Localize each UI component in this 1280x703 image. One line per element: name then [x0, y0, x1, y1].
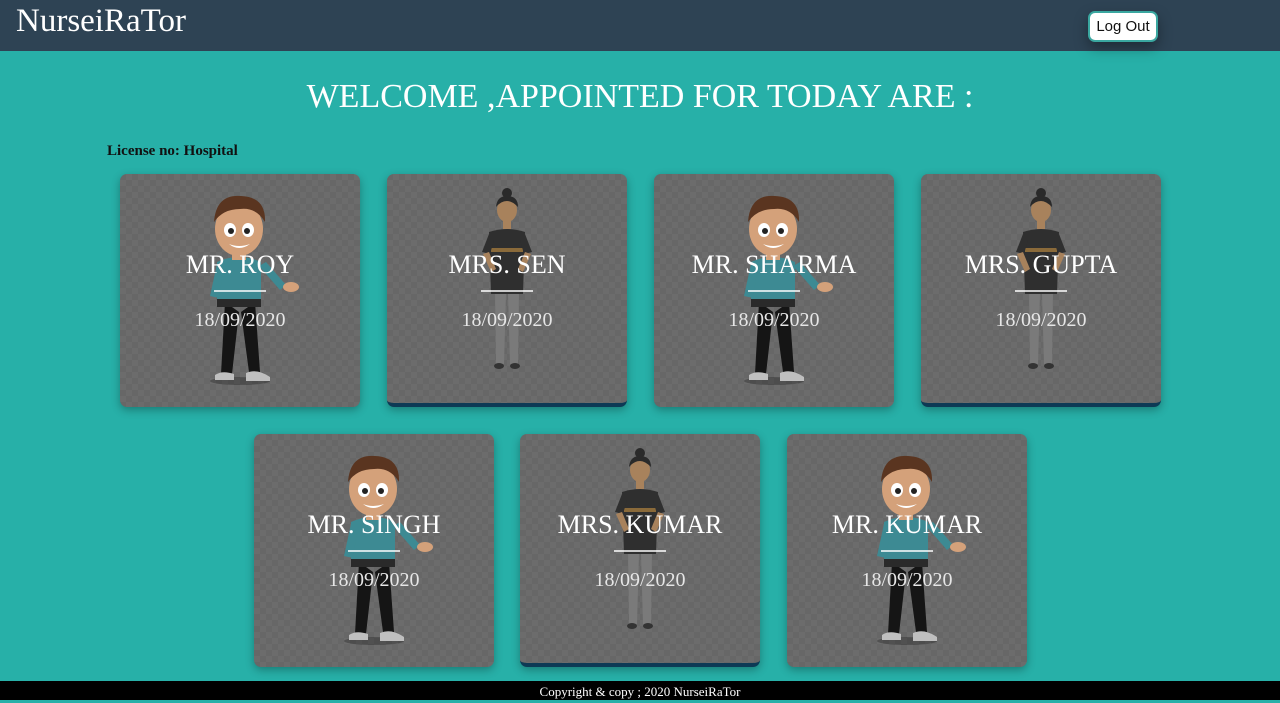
logout-button[interactable]: Log Out [1088, 11, 1158, 42]
card-divider [881, 550, 933, 552]
appointment-date: 18/09/2020 [194, 309, 286, 331]
appointment-date: 18/09/2020 [328, 569, 420, 591]
patient-name: MR. ROY [185, 250, 295, 279]
card-divider [614, 550, 666, 552]
patient-name: MR. SINGH [307, 510, 441, 539]
footer: Copyright & copy ; 2020 NurseiRaTor [0, 681, 1280, 700]
patient-name: MR. SHARMA [691, 250, 857, 279]
copyright-text: Copyright & copy ; 2020 NurseiRaTor [539, 684, 741, 699]
card-divider [1015, 290, 1067, 292]
patient-name: MRS. SEN [448, 250, 566, 279]
appointment-date: 18/09/2020 [728, 309, 820, 331]
appointment-card[interactable]: MR. SINGH 18/09/2020 [254, 434, 494, 667]
patient-name: MR. KUMAR [831, 510, 983, 539]
top-navbar: NurseiRaTor Log Out [0, 0, 1280, 51]
appointment-card[interactable]: MRS. SEN 18/09/2020 [387, 174, 627, 407]
appointment-date: 18/09/2020 [594, 569, 686, 591]
appointment-date: 18/09/2020 [995, 309, 1087, 331]
brand-title: NurseiRaTor [16, 3, 186, 39]
appointment-date: 18/09/2020 [461, 309, 553, 331]
welcome-heading: WELCOME ,APPOINTED FOR TODAY ARE : [306, 78, 974, 115]
appointment-date: 18/09/2020 [861, 569, 953, 591]
card-divider [214, 290, 266, 292]
card-divider [348, 550, 400, 552]
appointment-card[interactable]: MR. ROY 18/09/2020 [120, 174, 360, 407]
appointment-card[interactable]: MRS. KUMAR 18/09/2020 [520, 434, 760, 667]
card-divider [748, 290, 800, 292]
patient-name: MRS. GUPTA [964, 250, 1118, 279]
appointment-card[interactable]: MR. SHARMA 18/09/2020 [654, 174, 894, 407]
appointment-card[interactable]: MRS. GUPTA 18/09/2020 [921, 174, 1161, 407]
patient-name: MRS. KUMAR [557, 510, 723, 539]
appointment-card[interactable]: MR. KUMAR 18/09/2020 [787, 434, 1027, 667]
license-label: License no: Hospital [107, 143, 238, 159]
card-divider [481, 290, 533, 292]
